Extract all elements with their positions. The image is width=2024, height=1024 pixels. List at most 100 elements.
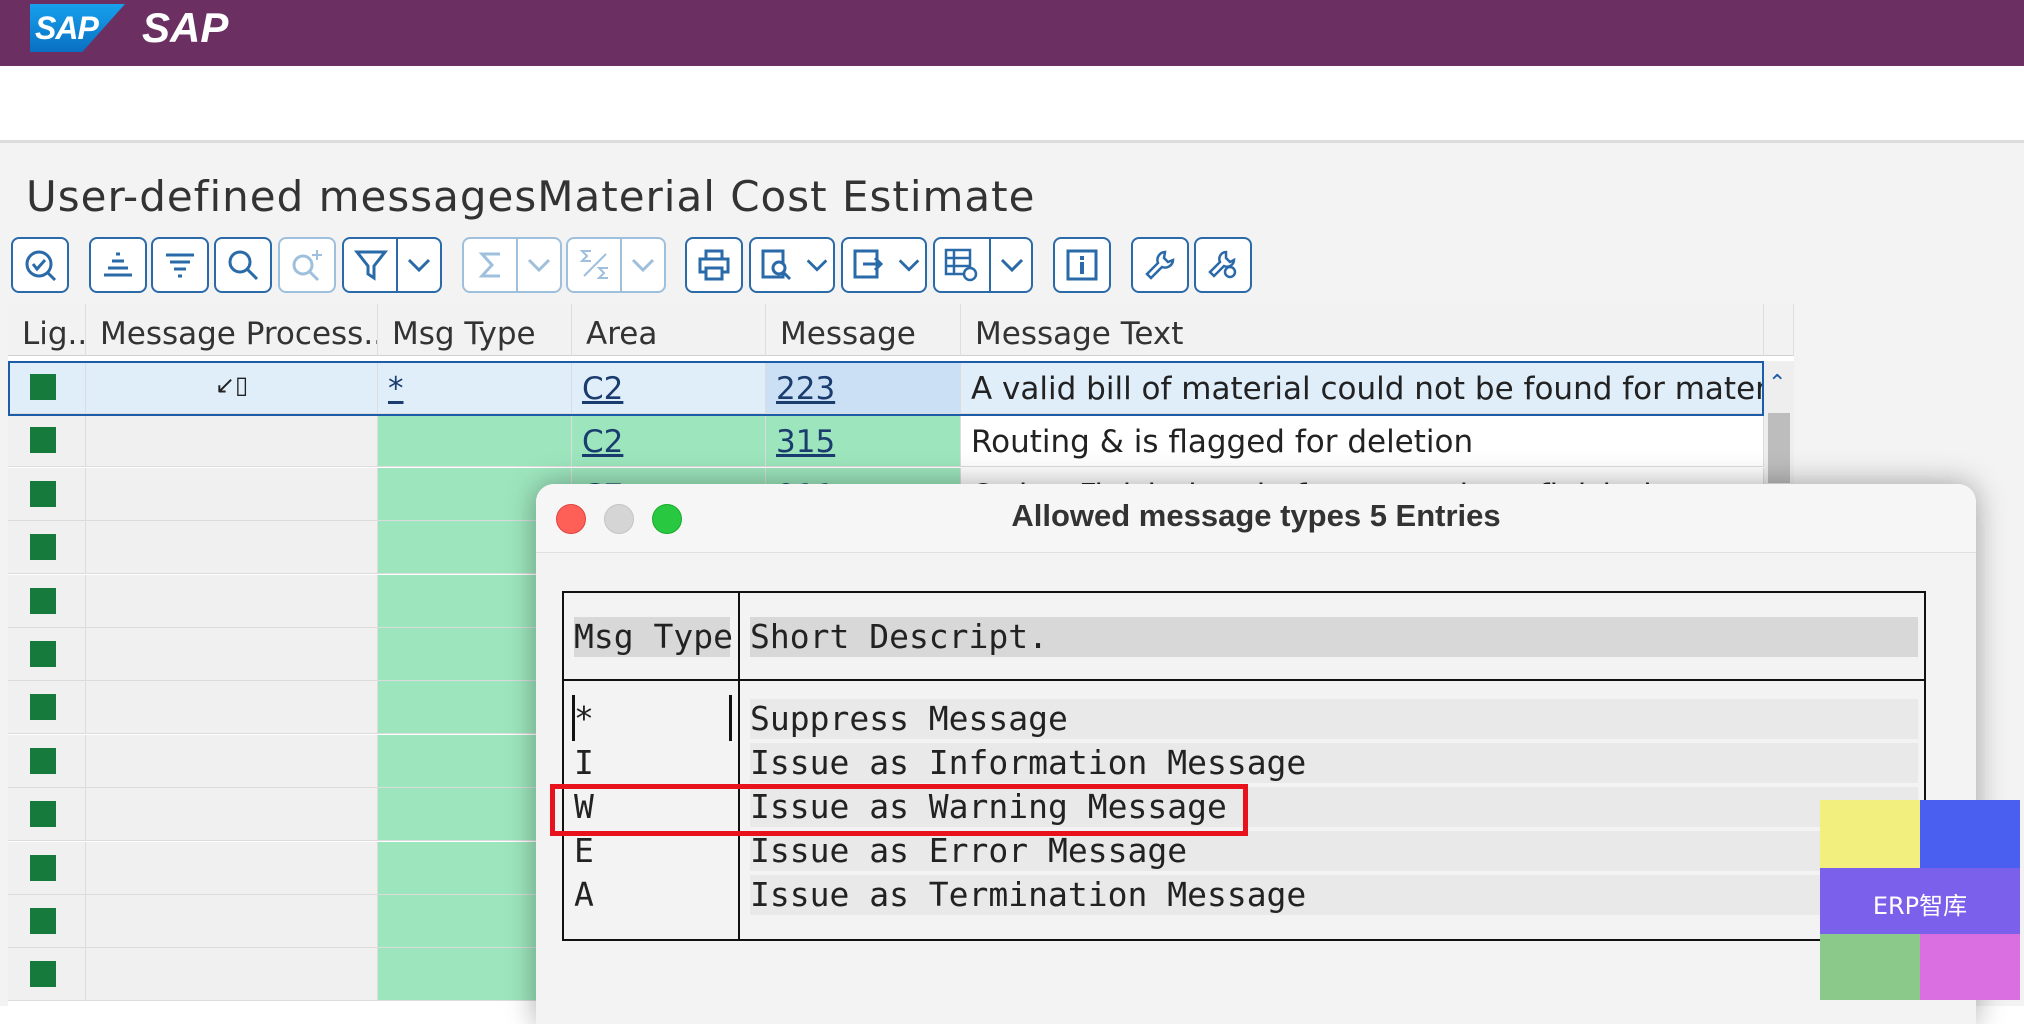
message-number-cell[interactable]: 223 (766, 361, 961, 414)
chevron-down-icon (806, 259, 828, 272)
views-button[interactable] (749, 237, 835, 293)
message-type-description[interactable]: Suppress Message (750, 699, 1068, 738)
watermark-tile (1920, 800, 2020, 868)
message-processing-cell[interactable] (86, 788, 378, 841)
chevron-down-icon (898, 259, 920, 272)
green-light-icon (30, 801, 56, 827)
layout-icon (944, 248, 978, 282)
find-button[interactable] (214, 237, 272, 293)
watermark-text: ERP智库 (1872, 892, 1968, 920)
information-icon (1066, 249, 1098, 281)
shell-bar: SAP SAP (0, 0, 2024, 66)
message-processing-cell[interactable] (86, 521, 378, 574)
status-light-cell (8, 521, 86, 574)
details-button[interactable] (11, 237, 69, 293)
dialog-divider (564, 679, 1924, 681)
message-type-description[interactable]: Issue as Information Message (750, 743, 1306, 782)
sort-descending-icon (166, 253, 194, 278)
msg-type-value[interactable]: * (388, 371, 404, 407)
subtotal-icon (579, 250, 608, 279)
column-header-area[interactable]: Area (572, 304, 766, 356)
sort-descending-button[interactable] (151, 237, 209, 293)
filter-icon (354, 250, 388, 281)
tools-icon (1208, 250, 1237, 279)
status-light-cell (8, 842, 86, 895)
message-processing-cell[interactable] (86, 842, 378, 895)
status-light-cell (8, 735, 86, 788)
information-button[interactable] (1053, 237, 1111, 293)
message-processing-cell[interactable] (86, 948, 378, 1001)
green-light-icon (30, 961, 56, 987)
print-icon (698, 249, 730, 281)
area-link[interactable]: C2 (582, 371, 623, 407)
message-text-cell: A valid bill of material could not be fo… (961, 361, 1764, 414)
message-number-link[interactable]: 315 (776, 424, 835, 460)
status-light-cell (8, 361, 86, 414)
sap-logo[interactable]: SAP (30, 4, 125, 52)
message-processing-cell[interactable] (86, 681, 378, 734)
highlight-warning-entry (550, 784, 1248, 836)
watermark-tile (1820, 934, 1920, 1000)
status-light-cell (8, 948, 86, 1001)
message-processing-cell[interactable] (86, 895, 378, 948)
views-icon (761, 249, 792, 281)
sort-ascending-button[interactable] (89, 237, 147, 293)
find-next-icon (292, 250, 322, 282)
message-type-code[interactable]: A (574, 875, 594, 914)
sap-logo-text: SAP (35, 10, 99, 46)
export-icon (853, 249, 884, 279)
tools-button[interactable] (1194, 237, 1252, 293)
message-type-description[interactable]: Issue as Termination Message (750, 875, 1306, 914)
scrollbar-thumb[interactable] (1768, 413, 1790, 483)
message-type-code[interactable]: I (574, 743, 594, 782)
subtotal-button[interactable] (566, 237, 666, 293)
sort-ascending-icon (104, 252, 132, 277)
message-processing-cell[interactable]: ↙▯ (86, 361, 378, 414)
message-types-list: Msg Type Short Descript. * Suppress Messa… (562, 591, 1926, 941)
column-header-message-text[interactable]: Message Text (961, 304, 1764, 356)
status-light-cell (8, 681, 86, 734)
page-title: User-defined messagesMaterial Cost Estim… (26, 172, 1036, 221)
column-header-message[interactable]: Message (766, 304, 961, 356)
app-name: SAP (142, 4, 229, 51)
msg-type-cell[interactable]: * (378, 361, 572, 414)
message-number-link[interactable]: 223 (776, 371, 835, 407)
message-processing-cell[interactable] (86, 575, 378, 628)
chevron-down-icon (631, 258, 655, 273)
message-type-description[interactable]: Issue as Error Message (750, 831, 1187, 870)
watermark-tile (1820, 800, 1920, 868)
status-light-cell (8, 628, 86, 681)
column-header-light[interactable]: Lig... (8, 304, 86, 356)
column-header-msg-type[interactable]: Msg Type (378, 304, 572, 356)
sum-button[interactable] (462, 237, 562, 293)
message-number-cell[interactable]: 315 (766, 414, 961, 467)
export-button[interactable] (841, 237, 927, 293)
message-processing-cell[interactable] (86, 414, 378, 467)
layout-button[interactable] (933, 237, 1033, 293)
message-type-code[interactable]: E (574, 831, 594, 870)
message-processing-cell[interactable] (86, 735, 378, 788)
dialog-title: Allowed message types 5 Entries (1011, 498, 1501, 533)
chevron-up-icon[interactable]: ⌃ (1768, 371, 1786, 396)
sub-header (0, 66, 2024, 143)
details-icon (25, 250, 57, 282)
settings-button[interactable] (1131, 237, 1189, 293)
focus-bracket (572, 695, 732, 741)
find-next-button[interactable] (278, 237, 336, 293)
message-processing-cell[interactable] (86, 628, 378, 681)
msg-type-cell[interactable] (378, 414, 572, 467)
green-light-icon (30, 374, 56, 400)
watermark-tile (1920, 934, 2020, 1000)
area-link[interactable]: C2 (582, 424, 623, 460)
green-light-icon (30, 641, 56, 667)
wrench-icon (1145, 250, 1175, 280)
green-light-icon (30, 908, 56, 934)
print-button[interactable] (685, 237, 743, 293)
status-light-cell (8, 788, 86, 841)
area-cell[interactable]: C2 (572, 361, 766, 414)
column-header-message-processing[interactable]: Message Process... (86, 304, 378, 356)
filter-button[interactable] (342, 237, 442, 293)
message-processing-cell[interactable] (86, 468, 378, 521)
dialog-row-bg (574, 831, 730, 871)
area-cell[interactable]: C2 (572, 414, 766, 467)
